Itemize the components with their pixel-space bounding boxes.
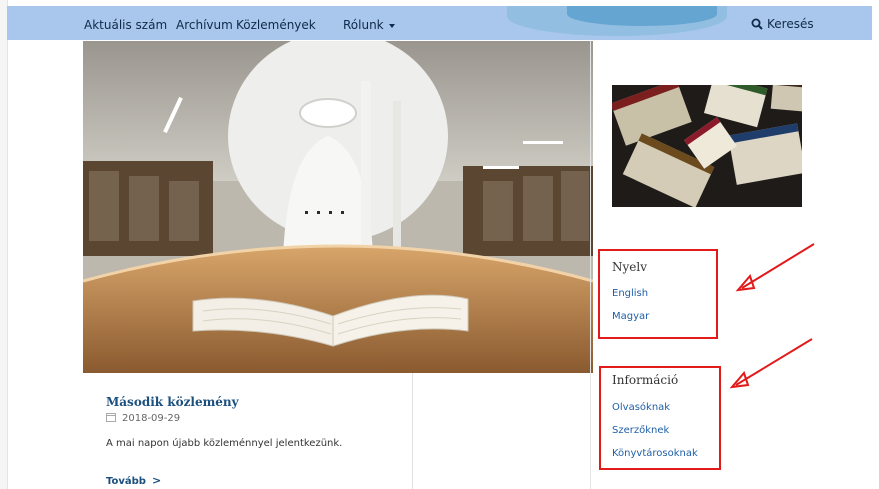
nav-archive[interactable]: Archívum: [176, 18, 233, 32]
language-block-title: Nyelv: [612, 260, 647, 274]
top-navbar: Aktuális szám Archívum Közlemények Rólun…: [7, 6, 872, 40]
read-more-link[interactable]: Tovább >: [106, 474, 161, 487]
red-arrow-icon: [735, 243, 815, 292]
article-date: 2018-09-29: [106, 412, 180, 424]
chevron-right-icon: >: [151, 474, 162, 487]
article-date-value: 2018-09-29: [122, 413, 181, 424]
calendar-icon: [106, 413, 116, 422]
article-card: [83, 373, 413, 489]
read-more-label: Tovább: [106, 476, 146, 487]
information-block-title: Információ: [612, 373, 679, 387]
search-icon: [751, 18, 763, 30]
language-link-hungarian[interactable]: Magyar: [612, 311, 649, 322]
info-link-librarians[interactable]: Könyvtárosoknak: [612, 448, 698, 459]
search-link[interactable]: Keresés: [751, 17, 814, 31]
red-arrow-icon: [729, 338, 813, 389]
nav-about-dropdown[interactable]: Rólunk: [343, 18, 395, 32]
search-label: Keresés: [767, 17, 814, 31]
info-link-authors[interactable]: Szerzőknek: [612, 425, 669, 436]
article-title[interactable]: Második közlemény: [106, 395, 239, 409]
hero-library-image: [83, 41, 593, 373]
nav-announcements[interactable]: Közlemények: [236, 18, 316, 32]
nav-current-issue[interactable]: Aktuális szám: [84, 18, 167, 32]
info-link-readers[interactable]: Olvasóknak: [612, 402, 670, 413]
caret-down-icon: [388, 23, 395, 28]
books-image: [612, 85, 802, 207]
article-summary: A mai napon újabb közleménnyel jelentkez…: [106, 438, 343, 449]
sidebar-divider: [590, 41, 591, 489]
language-link-english[interactable]: English: [612, 288, 648, 299]
browser-left-edge: [0, 0, 8, 489]
nav-about-label: Rólunk: [343, 18, 384, 32]
